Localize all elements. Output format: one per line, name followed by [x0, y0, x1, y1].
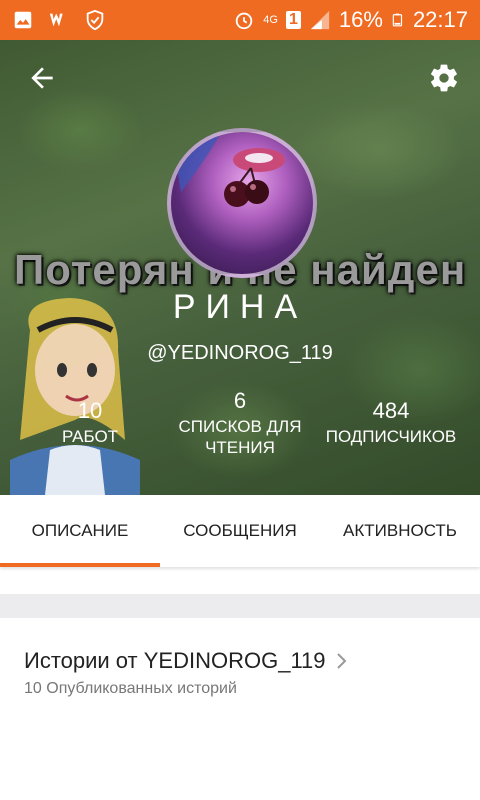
profile-tabs: ОПИСАНИЕ СООБЩЕНИЯ АКТИВНОСТЬ — [0, 495, 480, 567]
stat-works-label: РАБОТ — [61, 427, 119, 446]
tab-activity[interactable]: АКТИВНОСТЬ — [320, 495, 480, 567]
gear-icon[interactable] — [428, 62, 460, 94]
profile-handle: @YEDINOROG_119 — [147, 342, 333, 364]
stories-title-row[interactable]: Истории от YEDINOROG_119 — [24, 648, 348, 674]
network-type: 4G — [263, 13, 278, 26]
signal-icon — [310, 10, 330, 30]
tab-messages[interactable]: СООБЩЕНИЯ — [160, 495, 320, 567]
profile-name: РИНА — [172, 288, 308, 326]
stories-title: Истории от YEDINOROG_119 — [24, 648, 326, 673]
stat-reading-lists[interactable]: 6 СПИСКОВ ДЛЯ ЧТЕНИЯ — [170, 388, 310, 458]
stat-followers[interactable]: 484 ПОДПИСЧИКОВ — [320, 396, 462, 447]
stories-section[interactable]: Истории от YEDINOROG_119 10 Опубликованн… — [0, 618, 480, 800]
avatar[interactable] — [167, 128, 317, 278]
alarm-icon — [236, 12, 253, 30]
shield-check-icon — [86, 9, 104, 31]
tab-description[interactable]: ОПИСАНИЕ — [0, 495, 160, 567]
battery-percent: 16% — [338, 7, 383, 32]
profile-header: Потерян и не найден РИНА @YEDINOROG_119 … — [0, 40, 480, 495]
stat-followers-label: ПОДПИСЧИКОВ — [325, 427, 457, 446]
section-divider — [0, 594, 480, 618]
back-arrow-icon[interactable] — [26, 62, 58, 94]
stat-followers-value: 484 — [372, 398, 410, 423]
battery-icon — [392, 13, 403, 27]
stories-count: 10 Опубликованных историй — [24, 680, 237, 697]
status-bar: 4G 1 16% 22:17 — [0, 0, 480, 40]
chevron-right-icon — [336, 653, 346, 669]
wattpad-icon — [49, 13, 63, 27]
stat-works-value: 10 — [77, 398, 103, 423]
stat-works[interactable]: 10 РАБОТ — [40, 396, 140, 447]
avatar-image — [171, 132, 285, 207]
gallery-icon — [14, 11, 32, 29]
clock: 22:17 — [412, 7, 468, 32]
sim-badge: 1 — [285, 11, 301, 29]
stat-reading-lists-label: СПИСКОВ ДЛЯ ЧТЕНИЯ — [178, 417, 302, 457]
stat-reading-lists-value: 6 — [233, 388, 247, 413]
